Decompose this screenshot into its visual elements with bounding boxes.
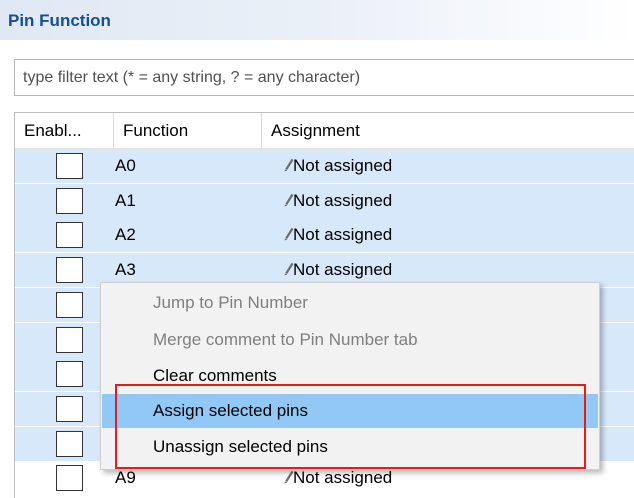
function-cell: A9 <box>115 468 136 487</box>
function-cell: A0 <box>115 156 136 175</box>
assignment-cell: Not assigned <box>293 260 393 279</box>
enabled-checkbox[interactable] <box>56 257 83 283</box>
enabled-checkbox[interactable] <box>56 465 83 491</box>
assignment-cell: Not assigned <box>293 191 393 210</box>
column-header-function[interactable]: Function <box>114 113 262 148</box>
assignment-cell: Not assigned <box>293 225 393 244</box>
enabled-checkbox[interactable] <box>56 361 83 387</box>
enabled-checkbox[interactable] <box>56 327 83 353</box>
column-header-assignment[interactable]: Assignment <box>262 113 634 148</box>
function-cell: A3 <box>115 260 136 279</box>
column-header-enabled[interactable]: Enabl... <box>15 113 114 148</box>
filter-input[interactable] <box>15 60 634 95</box>
enabled-checkbox[interactable] <box>56 396 83 422</box>
assignment-cell: Not assigned <box>293 468 393 487</box>
menu-item-jump-to-pin-number[interactable]: Jump to Pin Number <box>102 286 598 320</box>
assignment-cell: Not assigned <box>293 156 393 175</box>
function-cell: A2 <box>115 225 136 244</box>
function-cell: A1 <box>115 191 136 210</box>
table-row[interactable]: A2 Not assigned <box>15 218 634 252</box>
enabled-checkbox[interactable] <box>56 292 83 318</box>
enabled-checkbox[interactable] <box>56 153 83 179</box>
enabled-checkbox[interactable] <box>56 222 83 248</box>
panel-title: Pin Function <box>8 11 111 30</box>
enabled-checkbox[interactable] <box>56 431 83 457</box>
table-row[interactable]: A0 Not assigned <box>15 149 634 183</box>
enabled-checkbox[interactable] <box>56 188 83 214</box>
filter-field[interactable] <box>14 59 634 96</box>
table-row[interactable]: A1 Not assigned <box>15 184 634 218</box>
annotation-highlight-box <box>115 384 586 469</box>
menu-item-merge-comment[interactable]: Merge comment to Pin Number tab <box>102 323 598 357</box>
